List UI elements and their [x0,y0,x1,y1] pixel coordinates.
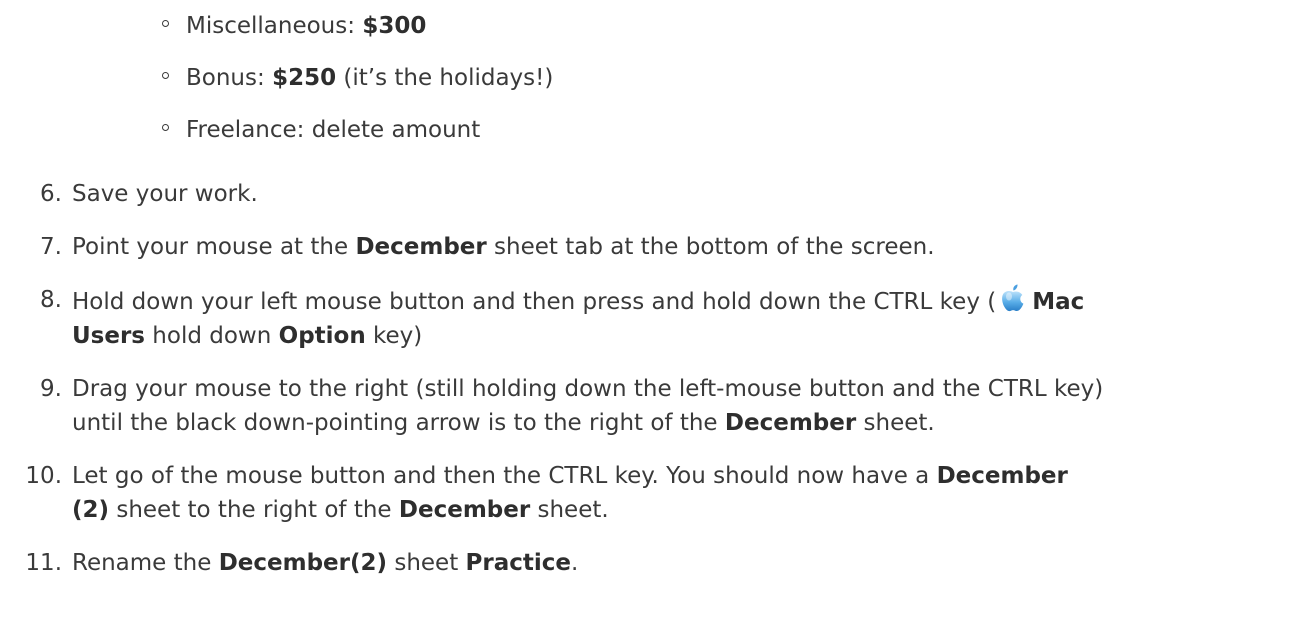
step-9: 9. Drag your mouse to the right (still ho… [0,372,1299,440]
apple-icon [998,283,1028,313]
budget-sub-list: Miscellaneous: $300 Bonus: $250 (it’s th… [162,0,553,156]
list-item-bonus: Bonus: $250 (it’s the holidays!) [162,52,553,104]
instruction-steps: 6. Save your work. 7. Point your mouse at … [0,177,1299,599]
step-8: 8. Hold down your left mouse button and t… [0,283,1299,353]
step-number: 10. [25,463,62,489]
step-number: 7. [40,234,62,260]
hollow-bullet-icon [162,72,169,79]
step-6: 6. Save your work. [0,177,1299,211]
step-number: 6. [40,181,62,207]
hollow-bullet-icon [162,124,169,131]
step-number: 8. [40,287,62,313]
step-10: 10. Let go of the mouse button and then t… [0,459,1299,527]
step-number: 9. [40,376,62,402]
hollow-bullet-icon [162,20,169,27]
step-7: 7. Point your mouse at the December sheet… [0,230,1299,264]
step-number: 11. [25,550,62,576]
list-item-miscellaneous: Miscellaneous: $300 [162,0,553,52]
list-item-freelance: Freelance: delete amount [162,104,553,156]
step-11: 11. Rename the December(2) sheet Practice… [0,546,1299,580]
